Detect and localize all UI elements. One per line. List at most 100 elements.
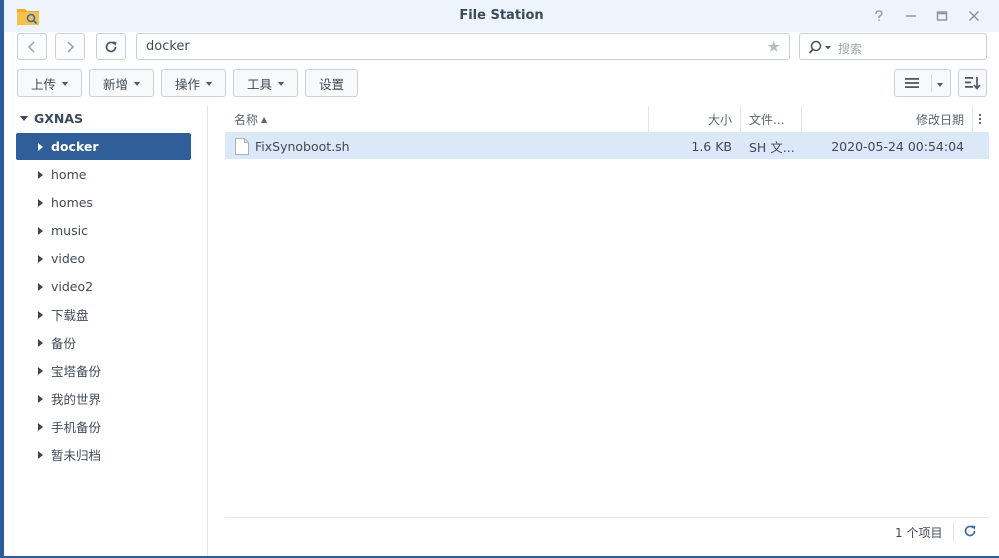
column-header-type[interactable]: 文件... xyxy=(749,106,799,132)
column-header-modified[interactable]: 修改日期 xyxy=(802,106,964,132)
tree-item-video2[interactable]: video2 xyxy=(16,273,191,300)
footer-refresh-icon[interactable] xyxy=(963,524,979,540)
tree-item-label: video xyxy=(51,251,86,266)
column-divider[interactable] xyxy=(740,106,741,132)
tree-item-label: 宝塔备份 xyxy=(51,364,102,379)
tools-button[interactable]: 工具 xyxy=(233,69,298,97)
path-bar[interactable]: docker ★ xyxy=(136,33,790,60)
expand-arrow-icon[interactable] xyxy=(38,422,43,431)
search-placeholder: 搜索 xyxy=(838,42,863,56)
refresh-button[interactable] xyxy=(96,33,126,60)
tree-item-docker[interactable]: docker xyxy=(16,133,191,160)
column-type-label: 文件... xyxy=(749,112,785,127)
sort-icon xyxy=(964,77,981,90)
minimize-icon[interactable] xyxy=(900,6,922,26)
expand-arrow-icon[interactable] xyxy=(38,310,43,319)
expand-arrow-icon[interactable] xyxy=(38,394,43,403)
button-divider xyxy=(931,74,932,92)
tree-item-label: 手机备份 xyxy=(51,420,102,435)
column-divider[interactable] xyxy=(972,106,973,132)
chevron-left-icon xyxy=(27,40,35,53)
upload-button[interactable]: 上传 xyxy=(17,69,82,97)
settings-button[interactable]: 设置 xyxy=(305,69,358,97)
tree-item-backup[interactable]: 备份 xyxy=(16,329,191,356)
tree-root-label: GXNAS xyxy=(34,111,84,126)
sidebar-divider xyxy=(207,105,208,556)
tree-item-phone-backup[interactable]: 手机备份 xyxy=(16,413,191,440)
tree-item-label: 备份 xyxy=(51,336,77,351)
column-header-name[interactable]: 名称 ▲ xyxy=(234,106,644,132)
title-bar[interactable]: File Station xyxy=(4,0,999,32)
window-left-border xyxy=(0,0,4,558)
back-button[interactable] xyxy=(17,33,47,60)
search-field[interactable]: 搜索 xyxy=(799,33,987,60)
table-row[interactable]: FixSynoboot.sh 1.6 KB SH 文... 2020-05-24… xyxy=(225,133,989,159)
expand-arrow-icon[interactable] xyxy=(20,116,28,121)
caret-down-icon[interactable] xyxy=(937,83,943,87)
expand-arrow-icon[interactable] xyxy=(38,198,43,207)
tree-item-label: video2 xyxy=(51,279,94,294)
tree-item-video[interactable]: video xyxy=(16,245,191,272)
file-size: 1.6 KB xyxy=(691,138,732,154)
caret-down-icon xyxy=(278,82,284,86)
tree-item-homes[interactable]: homes xyxy=(16,189,191,216)
window-title: File Station xyxy=(459,8,544,23)
path-text: docker xyxy=(146,39,190,54)
expand-arrow-icon[interactable] xyxy=(38,282,43,291)
close-icon[interactable] xyxy=(963,6,985,26)
create-label: 新增 xyxy=(102,76,128,92)
star-icon[interactable]: ★ xyxy=(767,37,781,56)
upload-label: 上传 xyxy=(30,76,56,92)
tree-root[interactable]: GXNAS xyxy=(20,111,83,126)
file-icon xyxy=(235,138,249,155)
tree-item-music[interactable]: music xyxy=(16,217,191,244)
expand-arrow-icon[interactable] xyxy=(38,170,43,179)
footer-divider xyxy=(225,517,989,518)
action-label: 操作 xyxy=(174,76,200,92)
tree-item-label: music xyxy=(51,223,88,238)
footer-separator xyxy=(953,522,954,542)
expand-arrow-icon[interactable] xyxy=(38,338,43,347)
tree-item-label: 暂未归档 xyxy=(51,448,102,463)
tree-item-label: docker xyxy=(51,139,99,154)
tree-item-baota-backup[interactable]: 宝塔备份 xyxy=(16,357,191,384)
expand-arrow-icon[interactable] xyxy=(38,366,43,375)
tree-item-label: home xyxy=(51,167,87,182)
refresh-icon xyxy=(105,41,117,52)
file-name: FixSynoboot.sh xyxy=(255,138,350,154)
tree-item-home[interactable]: home xyxy=(16,161,191,188)
create-button[interactable]: 新增 xyxy=(89,69,154,97)
tree-item-label: 下载盘 xyxy=(51,308,89,323)
caret-down-icon xyxy=(62,82,68,86)
list-view-icon xyxy=(905,78,919,88)
view-mode-button[interactable] xyxy=(894,69,951,97)
file-type: SH 文... xyxy=(749,139,795,155)
action-button[interactable]: 操作 xyxy=(161,69,226,97)
item-count: 1 个项目 xyxy=(895,526,943,540)
column-modified-label: 修改日期 xyxy=(915,112,964,127)
help-icon[interactable] xyxy=(868,6,890,26)
caret-down-icon xyxy=(134,82,140,86)
file-modified: 2020-05-24 00:54:04 xyxy=(831,138,964,154)
settings-label: 设置 xyxy=(318,76,344,92)
caret-down-icon xyxy=(206,82,212,86)
column-header-size[interactable]: 大小 xyxy=(649,106,732,132)
maximize-icon[interactable] xyxy=(931,6,953,26)
tree-item-downloads[interactable]: 下载盘 xyxy=(16,301,191,328)
forward-button[interactable] xyxy=(55,33,85,60)
tree-item-label: 我的世界 xyxy=(51,392,102,407)
column-name-label: 名称 xyxy=(234,112,259,127)
tree-item-label: homes xyxy=(51,195,93,210)
expand-arrow-icon[interactable] xyxy=(38,142,43,151)
expand-arrow-icon[interactable] xyxy=(38,226,43,235)
expand-arrow-icon[interactable] xyxy=(38,450,43,459)
sort-button[interactable] xyxy=(958,69,987,97)
expand-arrow-icon[interactable] xyxy=(38,254,43,263)
column-size-label: 大小 xyxy=(707,112,732,127)
tree-item-unarchived[interactable]: 暂未归档 xyxy=(16,441,191,468)
column-menu-icon[interactable] xyxy=(976,112,984,126)
sort-asc-icon: ▲ xyxy=(261,114,268,124)
chevron-right-icon xyxy=(67,40,75,53)
search-icon xyxy=(808,40,831,54)
tree-item-minecraft[interactable]: 我的世界 xyxy=(16,385,191,412)
